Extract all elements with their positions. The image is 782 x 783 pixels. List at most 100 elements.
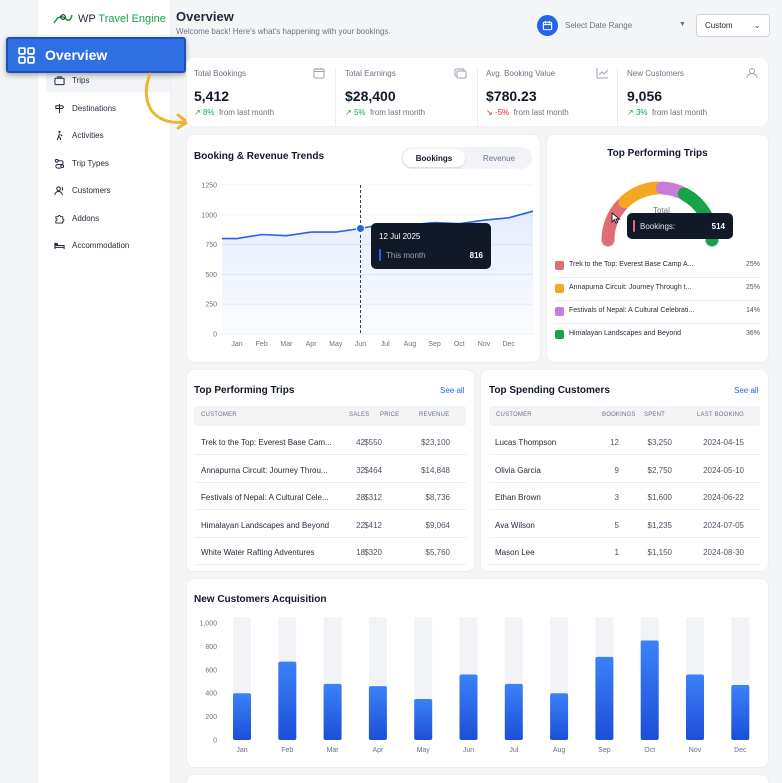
x-tick-label: Mar bbox=[280, 341, 293, 348]
table-cell: Mason Lee bbox=[495, 548, 535, 557]
sidebar-item-addons[interactable]: Addons bbox=[46, 206, 170, 230]
chart-tooltip: 12 Jul 2025 This month 816 bbox=[371, 223, 491, 269]
sidebar-item-trip-types[interactable]: Trip Types bbox=[46, 151, 170, 175]
logo-icon bbox=[53, 14, 73, 24]
table-header: Customer Bookings Spent Last Booking bbox=[489, 406, 760, 426]
overview-nav-callout[interactable]: Overview bbox=[6, 37, 186, 73]
bar[interactable] bbox=[323, 683, 342, 740]
tab-revenue[interactable]: Revenue bbox=[468, 149, 530, 167]
y-tick-label: 500 bbox=[205, 272, 217, 279]
bar[interactable] bbox=[686, 674, 704, 740]
x-tick-label: Mar bbox=[327, 747, 340, 754]
table-row[interactable]: Lucas Thompson 12 $3,250 2024-04-15 bbox=[489, 428, 760, 455]
tooltip-date: 12 Jul 2025 bbox=[379, 232, 421, 241]
table-cell: Olivia Garcia bbox=[495, 465, 541, 475]
route-icon bbox=[54, 158, 65, 169]
see-all-customers-link[interactable]: See all bbox=[734, 386, 758, 395]
column-header[interactable]: Sales bbox=[349, 412, 369, 418]
legend-swatch bbox=[555, 330, 564, 339]
stat-note: from last month bbox=[218, 108, 275, 117]
gauge-segment[interactable] bbox=[618, 181, 665, 209]
table-cell: 2024-06-22 bbox=[703, 493, 744, 502]
bar[interactable] bbox=[233, 693, 251, 740]
legend-item[interactable]: Trek to the Top: Everest Base Camp A... … bbox=[555, 256, 760, 278]
column-header[interactable]: Spent bbox=[644, 412, 665, 418]
stat-label: New Customers bbox=[627, 69, 684, 78]
column-header[interactable]: Customer bbox=[496, 412, 532, 418]
bar[interactable] bbox=[550, 693, 569, 740]
stat-change: ↗ 8% from last month bbox=[194, 108, 274, 117]
table-cell: $464 bbox=[364, 465, 382, 475]
column-header[interactable]: Bookings bbox=[602, 412, 636, 418]
legend-item[interactable]: Annapurna Circuit: Journey Through t... … bbox=[555, 279, 760, 301]
date-range-button[interactable] bbox=[537, 15, 558, 36]
table-row[interactable]: Annapurna Circuit: Journey Throu... 32 $46… bbox=[194, 456, 466, 483]
column-header[interactable]: Last Booking bbox=[697, 412, 744, 418]
users-icon bbox=[54, 185, 64, 195]
table-row[interactable]: Festivals of Nepal: A Cultural Cele... 28… bbox=[194, 483, 466, 510]
x-tick-label: Sep bbox=[598, 747, 611, 754]
x-tick-label: Jul bbox=[381, 341, 390, 348]
range-select[interactable]: Custom ⌄ bbox=[696, 14, 770, 37]
tab-bookings[interactable]: Bookings bbox=[403, 149, 465, 167]
logo[interactable]: WP Travel Engine bbox=[52, 11, 166, 27]
chevron-down-icon[interactable]: ▼ bbox=[679, 21, 686, 28]
stat-label: Avg. Booking Value bbox=[486, 69, 556, 78]
highlight-point[interactable] bbox=[356, 224, 365, 234]
legend-item[interactable]: Festivals of Nepal: A Cultural Celebrati… bbox=[555, 302, 760, 324]
stat-label: Total Bookings bbox=[194, 69, 247, 78]
x-tick-label: Dec bbox=[502, 341, 515, 348]
trend-up-icon: ↗ bbox=[194, 108, 201, 117]
gauge-title: Top Performing Trips bbox=[607, 148, 708, 159]
range-select-value: Custom bbox=[705, 21, 733, 30]
column-header[interactable]: Revenue bbox=[419, 412, 449, 418]
bar[interactable] bbox=[278, 661, 297, 740]
table-cell: Ethan Brown bbox=[495, 493, 541, 502]
table-cell: $320 bbox=[364, 548, 382, 557]
table-cell: 12 bbox=[610, 438, 619, 447]
logo-prefix: WP bbox=[78, 13, 96, 25]
legend-name: Festivals of Nepal: A Cultural Celebrati… bbox=[569, 307, 695, 314]
bar[interactable] bbox=[504, 683, 523, 740]
see-all-trips-link[interactable]: See all bbox=[440, 386, 464, 395]
table-row[interactable]: Ethan Brown 3 $1,600 2024-06-22 bbox=[489, 483, 760, 510]
next-card bbox=[186, 774, 769, 783]
sidebar-item-customers[interactable]: Customers bbox=[46, 178, 170, 202]
bar[interactable] bbox=[459, 674, 478, 740]
bar[interactable] bbox=[731, 685, 750, 740]
bar[interactable] bbox=[595, 656, 614, 740]
chevron-down-icon: ⌄ bbox=[753, 20, 761, 30]
y-tick-label: 750 bbox=[205, 242, 217, 249]
stat-change-value: 3% bbox=[635, 108, 648, 117]
tooltip-marker bbox=[633, 220, 635, 232]
table-row[interactable]: Olivia Garcia 9 $2,750 2024-05-10 bbox=[489, 456, 760, 483]
table-cell: $3,250 bbox=[647, 438, 672, 447]
bar[interactable] bbox=[414, 699, 433, 740]
column-header[interactable]: Price bbox=[380, 412, 399, 418]
x-tick-label: Jan bbox=[236, 747, 247, 754]
legend-swatch bbox=[555, 307, 564, 316]
bar[interactable] bbox=[640, 640, 659, 740]
table-row[interactable]: Trek to the Top: Everest Base Cam... 42 $5… bbox=[194, 428, 466, 455]
table-row[interactable]: Ava Wilson 5 $1,235 2024-07-05 bbox=[489, 511, 760, 538]
stat-value: 5,412 bbox=[194, 88, 230, 104]
table-cell: Festivals of Nepal: A Cultural Cele... bbox=[201, 493, 329, 502]
calendar-icon bbox=[542, 20, 553, 31]
table-row[interactable]: White Water Rafting Adventures 18 $320 $5,7… bbox=[194, 538, 466, 565]
date-range-input[interactable]: Select Date Range bbox=[565, 21, 632, 30]
signpost-icon bbox=[55, 103, 65, 113]
table-row[interactable]: Mason Lee 1 $1,150 2024-08-30 bbox=[489, 538, 760, 565]
gauge-segment[interactable] bbox=[655, 181, 687, 199]
sidebar-item-accommodation[interactable]: Accommodation bbox=[46, 233, 170, 257]
y-tick-label: 800 bbox=[205, 644, 217, 651]
legend-item[interactable]: Himalayan Landscapes and Beyond 36% bbox=[555, 325, 760, 347]
bar[interactable] bbox=[368, 686, 387, 740]
stat-change: ↗ 3% from last month bbox=[627, 108, 707, 117]
column-header[interactable]: Customer bbox=[201, 412, 237, 418]
table-cell: Trek to the Top: Everest Base Cam... bbox=[201, 438, 332, 447]
table-row[interactable]: Himalayan Landscapes and Beyond 22 $412 $9,… bbox=[194, 511, 466, 538]
x-tick-label: Apr bbox=[306, 341, 318, 348]
tooltip-value: 514 bbox=[711, 222, 725, 231]
divider bbox=[477, 68, 478, 126]
legend-swatch bbox=[555, 261, 564, 270]
